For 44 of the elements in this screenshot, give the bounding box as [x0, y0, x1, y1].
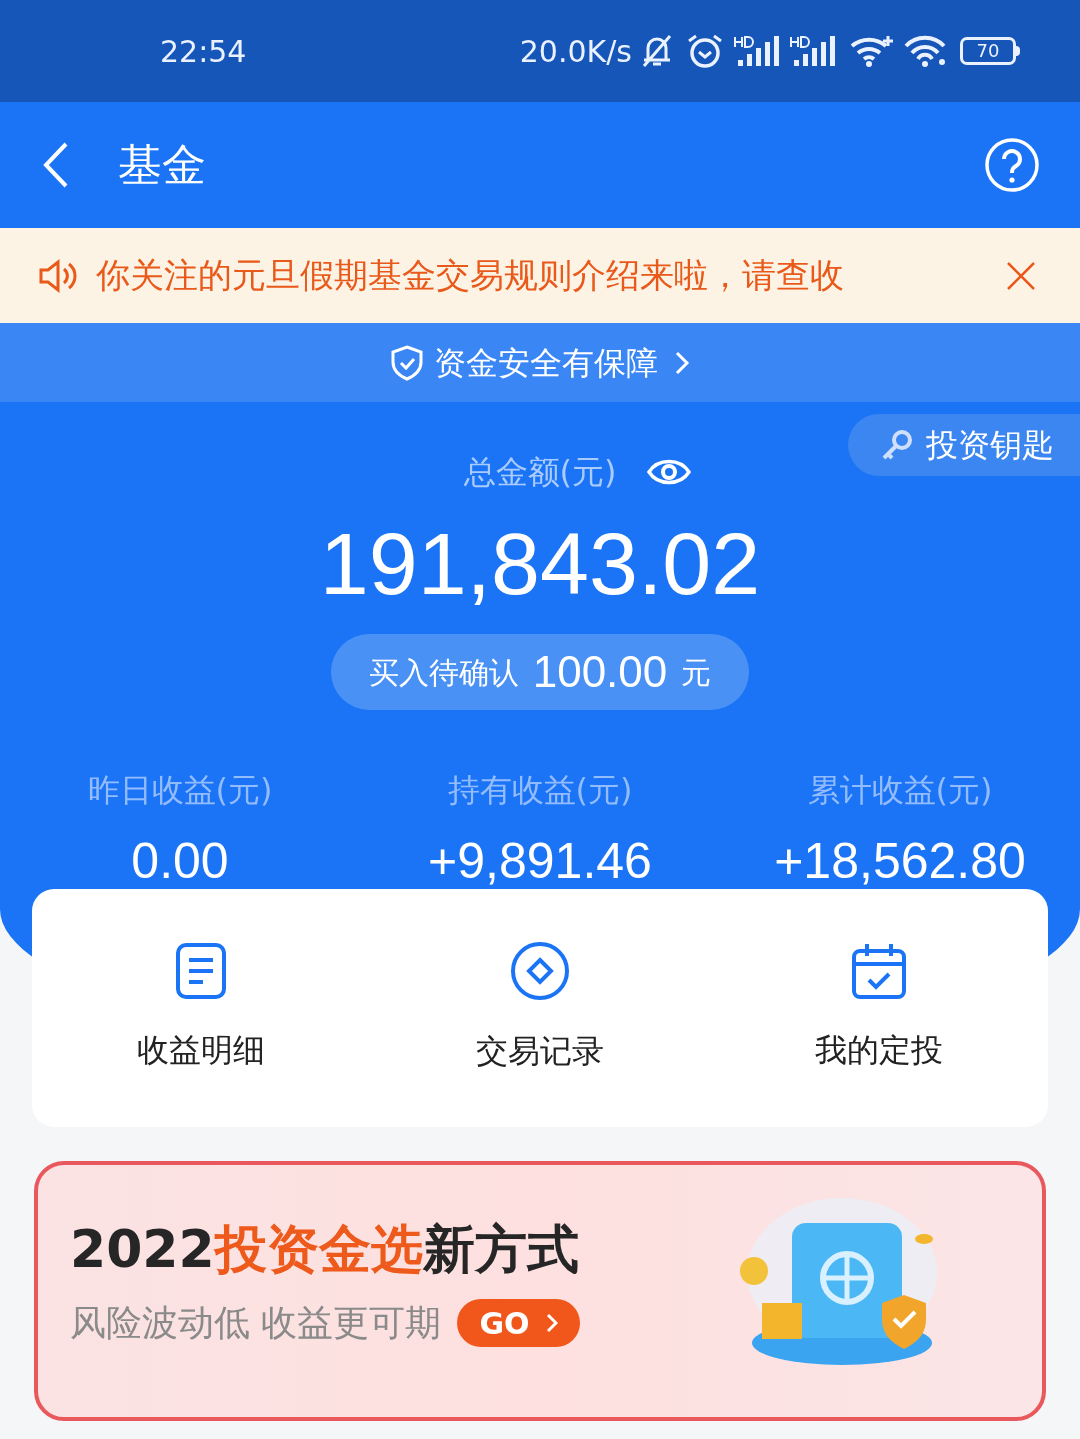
total-label: 总金额(元)	[463, 452, 617, 493]
signal-icon	[734, 34, 782, 68]
pending-label: 买入待确认	[368, 653, 519, 692]
page-title: 基金	[118, 138, 206, 192]
muted-bell-icon	[640, 33, 674, 69]
wifi-icon	[904, 34, 948, 68]
action-button[interactable]: 收益明细	[32, 889, 371, 1127]
key-icon	[880, 428, 914, 462]
banner-subtitle: 风险波动低 收益更可期	[70, 1301, 442, 1345]
stat-value: +9,891.46	[428, 832, 652, 891]
action-button[interactable]: 我的定投	[709, 889, 1048, 1127]
action-button[interactable]: 交易记录	[370, 889, 710, 1127]
battery-level: 70	[976, 42, 1000, 60]
alarm-icon	[686, 33, 724, 69]
chevron-right-icon	[545, 1313, 558, 1333]
pending-purchase-pill[interactable]: 买入待确认 100.00 元	[330, 634, 750, 710]
clock-time: 22:54	[160, 32, 247, 71]
help-icon[interactable]	[984, 137, 1040, 193]
chevron-right-icon	[674, 349, 690, 376]
invest-key-button[interactable]: 投资钥匙	[848, 414, 1080, 476]
stat-value: +18,562.80	[774, 832, 1026, 891]
signal-icon	[790, 34, 838, 68]
promo-banner[interactable]: 2022投资金选新方式 风险波动低 收益更可期 GO	[34, 1161, 1046, 1421]
stat-label: 累计收益(元)	[807, 770, 993, 811]
coin-icon	[510, 941, 570, 1001]
stat-label: 昨日收益(元)	[87, 770, 273, 811]
pending-amount: 100.00	[532, 646, 668, 698]
total-amount: 191,843.02	[319, 520, 761, 608]
close-icon[interactable]	[1006, 260, 1036, 291]
notice-bar[interactable]: 你关注的元旦假期基金交易规则介绍来啦，请查收	[0, 228, 1080, 323]
stat-value: 0.00	[131, 832, 229, 891]
go-button[interactable]: GO	[457, 1299, 580, 1347]
calendar-icon	[850, 942, 907, 1000]
stat-label: 持有收益(元)	[447, 770, 633, 811]
banner-title: 2022投资金选新方式	[70, 1218, 580, 1281]
security-link: 资金安全有保障	[434, 342, 658, 384]
shield-icon	[390, 344, 424, 381]
wifi-icon	[850, 34, 894, 68]
document-icon	[175, 942, 228, 1000]
security-strip[interactable]: 资金安全有保障	[0, 323, 1080, 402]
speaker-icon	[38, 257, 78, 294]
pending-unit: 元	[681, 653, 712, 692]
network-speed: 20.0K/s	[519, 32, 632, 71]
notice-text: 你关注的元旦假期基金交易规则介绍来啦，请查收	[96, 254, 844, 297]
